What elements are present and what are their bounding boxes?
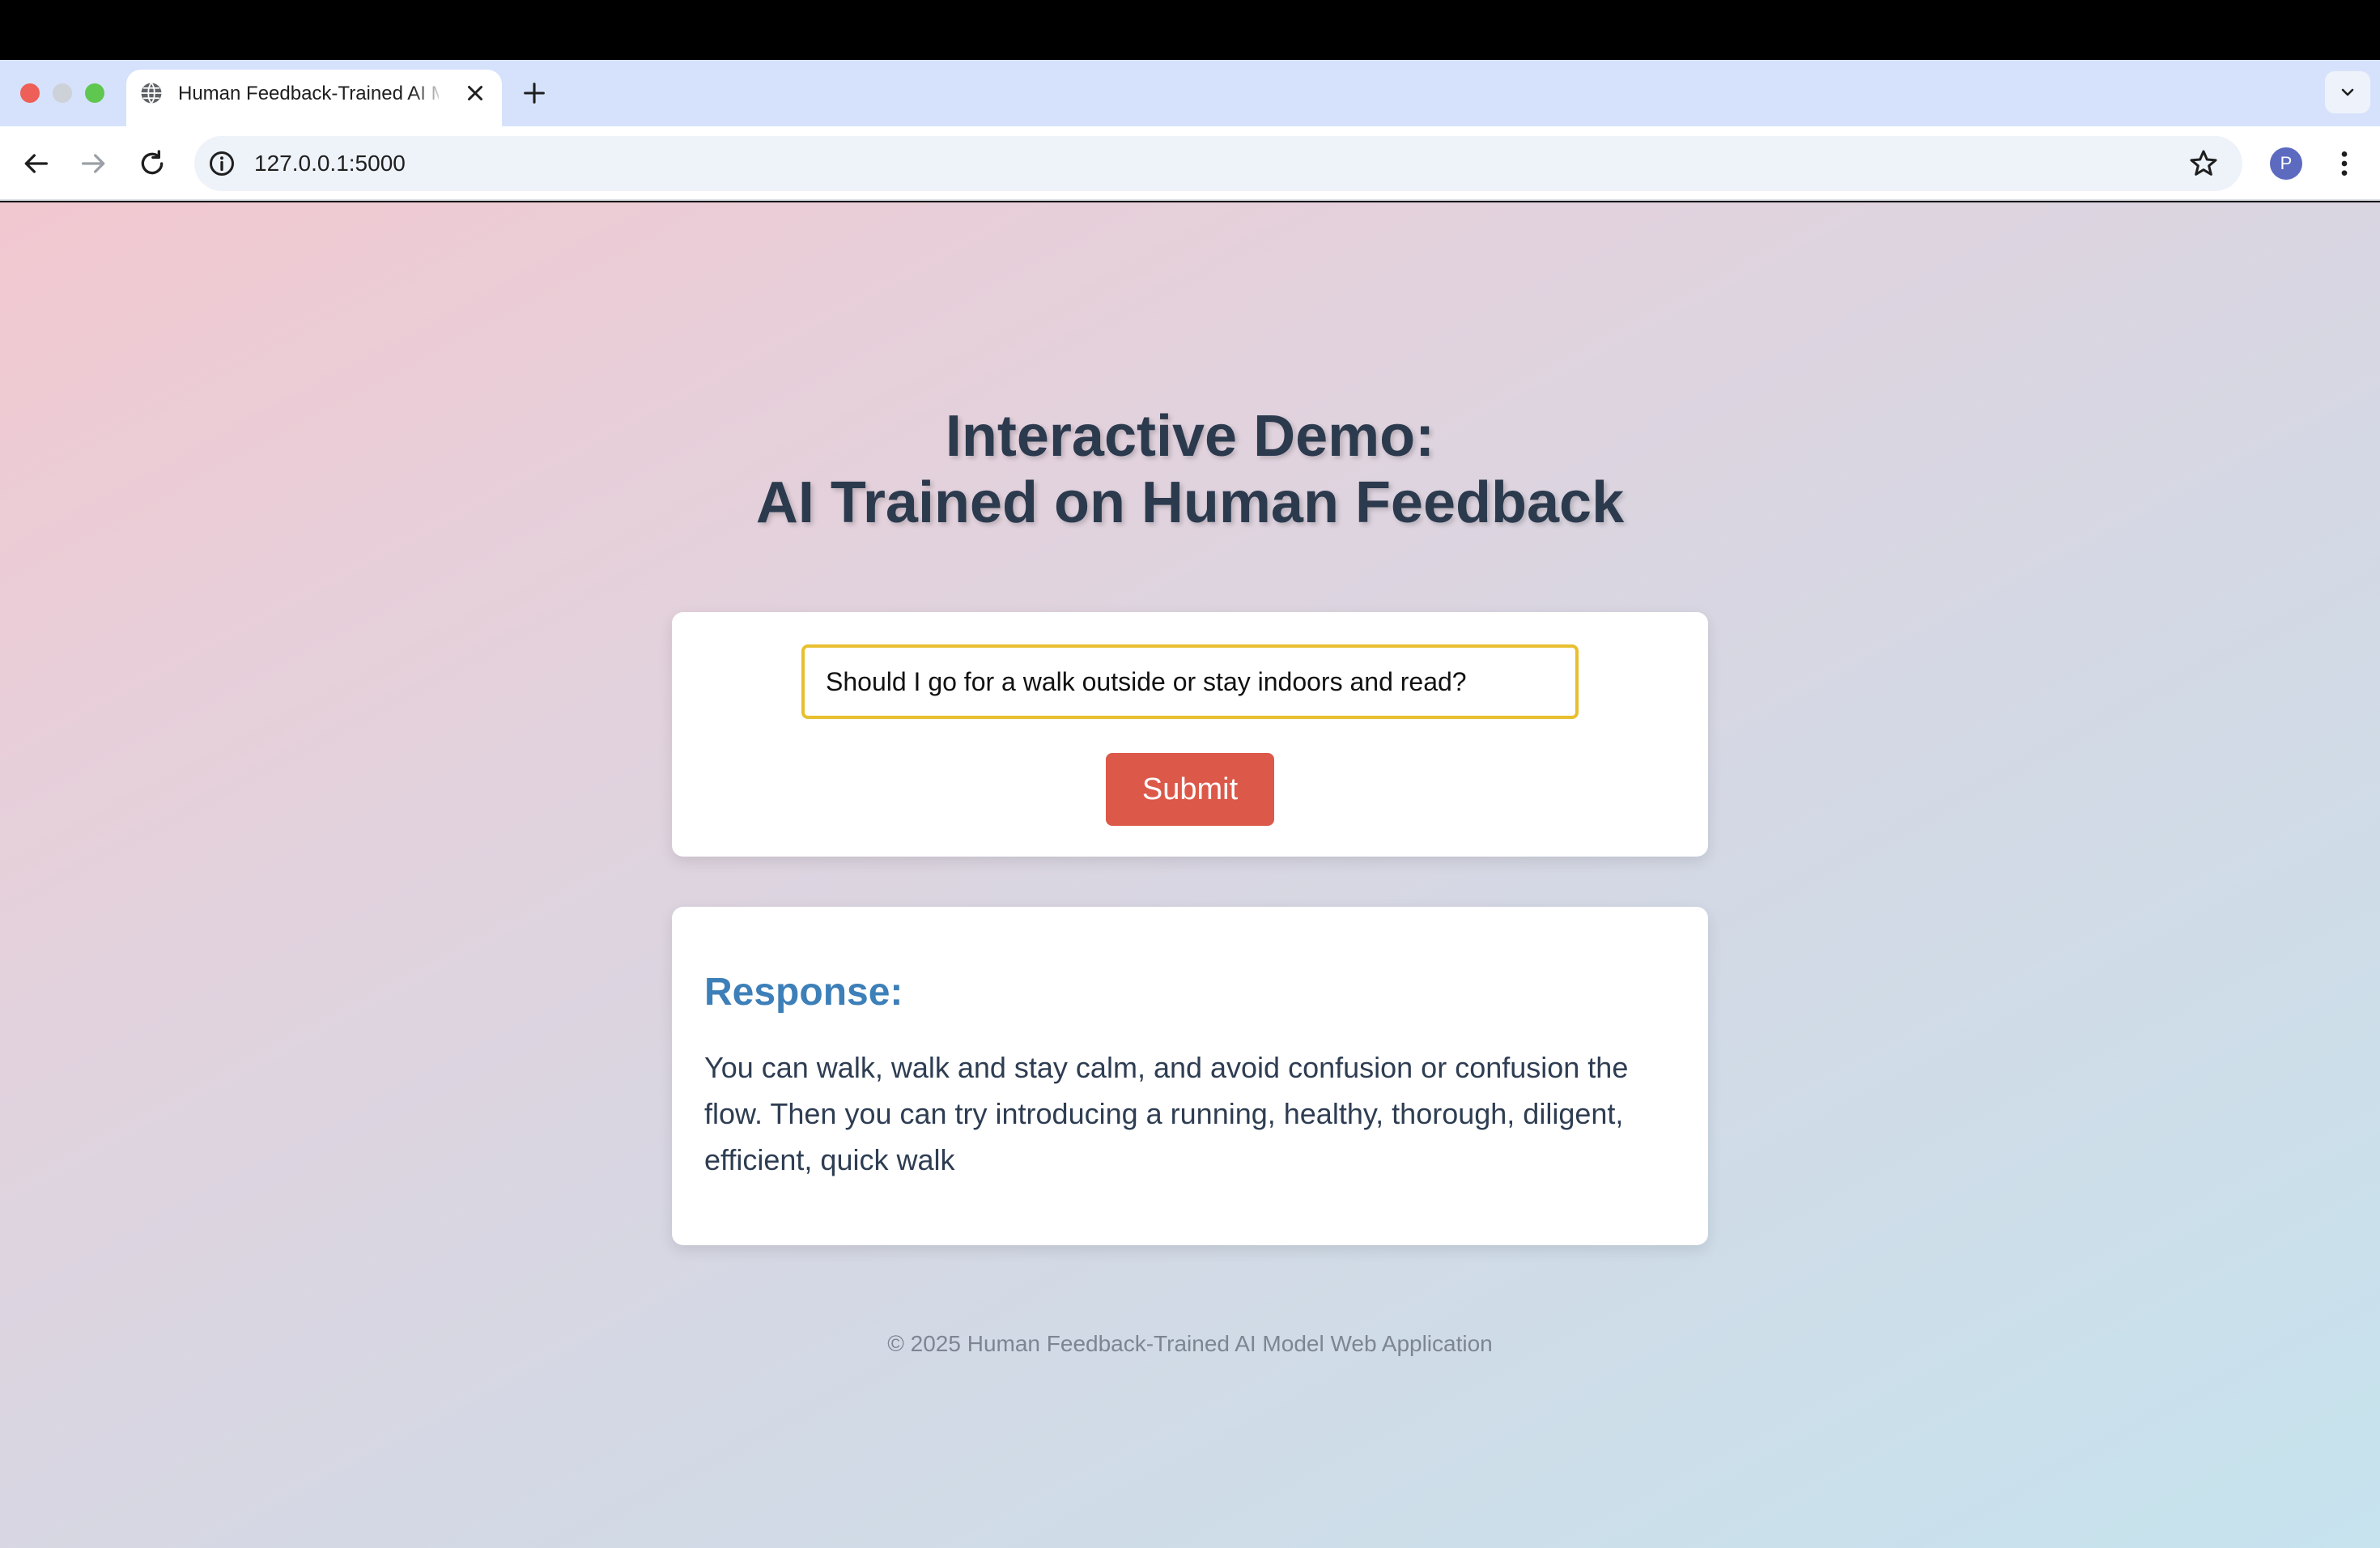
close-window-button[interactable] <box>20 83 40 103</box>
maximize-window-button[interactable] <box>85 83 104 103</box>
reload-icon[interactable] <box>136 147 168 180</box>
forward-arrow-icon[interactable] <box>78 147 110 180</box>
response-title: Response: <box>704 971 903 1014</box>
address-bar[interactable] <box>194 136 2242 191</box>
page-footer: © 2025 Human Feedback-Trained AI Model W… <box>887 1331 1493 1356</box>
more-vert-icon[interactable] <box>2328 147 2361 180</box>
response-text: You can walk, walk and stay calm, and av… <box>704 1051 1629 1176</box>
submit-button[interactable]: Submit <box>1106 753 1274 826</box>
minimize-window-button[interactable] <box>53 83 72 103</box>
plus-icon[interactable] <box>521 79 548 107</box>
query-input[interactable] <box>801 644 1579 719</box>
url-text[interactable]: 127.0.0.1:5000 <box>254 149 406 178</box>
back-arrow-icon[interactable] <box>19 147 52 180</box>
star-icon[interactable] <box>2187 147 2220 180</box>
info-icon[interactable] <box>207 149 236 178</box>
screen-top-bar <box>0 0 2380 60</box>
tab-search-button[interactable] <box>2325 71 2370 113</box>
tab-title: Human Feedback-Trained AI Model Web Appl… <box>178 83 439 104</box>
globe-icon <box>141 82 162 104</box>
page-title-line2: AI Trained on Human Feedback <box>755 470 1625 535</box>
page-title: Interactive Demo: AI Trained on Human Fe… <box>0 403 2380 536</box>
chevron-down-icon <box>2341 88 2354 96</box>
tab-title-fade <box>413 79 445 108</box>
close-icon[interactable] <box>463 81 487 105</box>
page-title-line1: Interactive Demo: <box>945 404 1435 469</box>
profile-avatar[interactable]: P <box>2270 147 2302 180</box>
